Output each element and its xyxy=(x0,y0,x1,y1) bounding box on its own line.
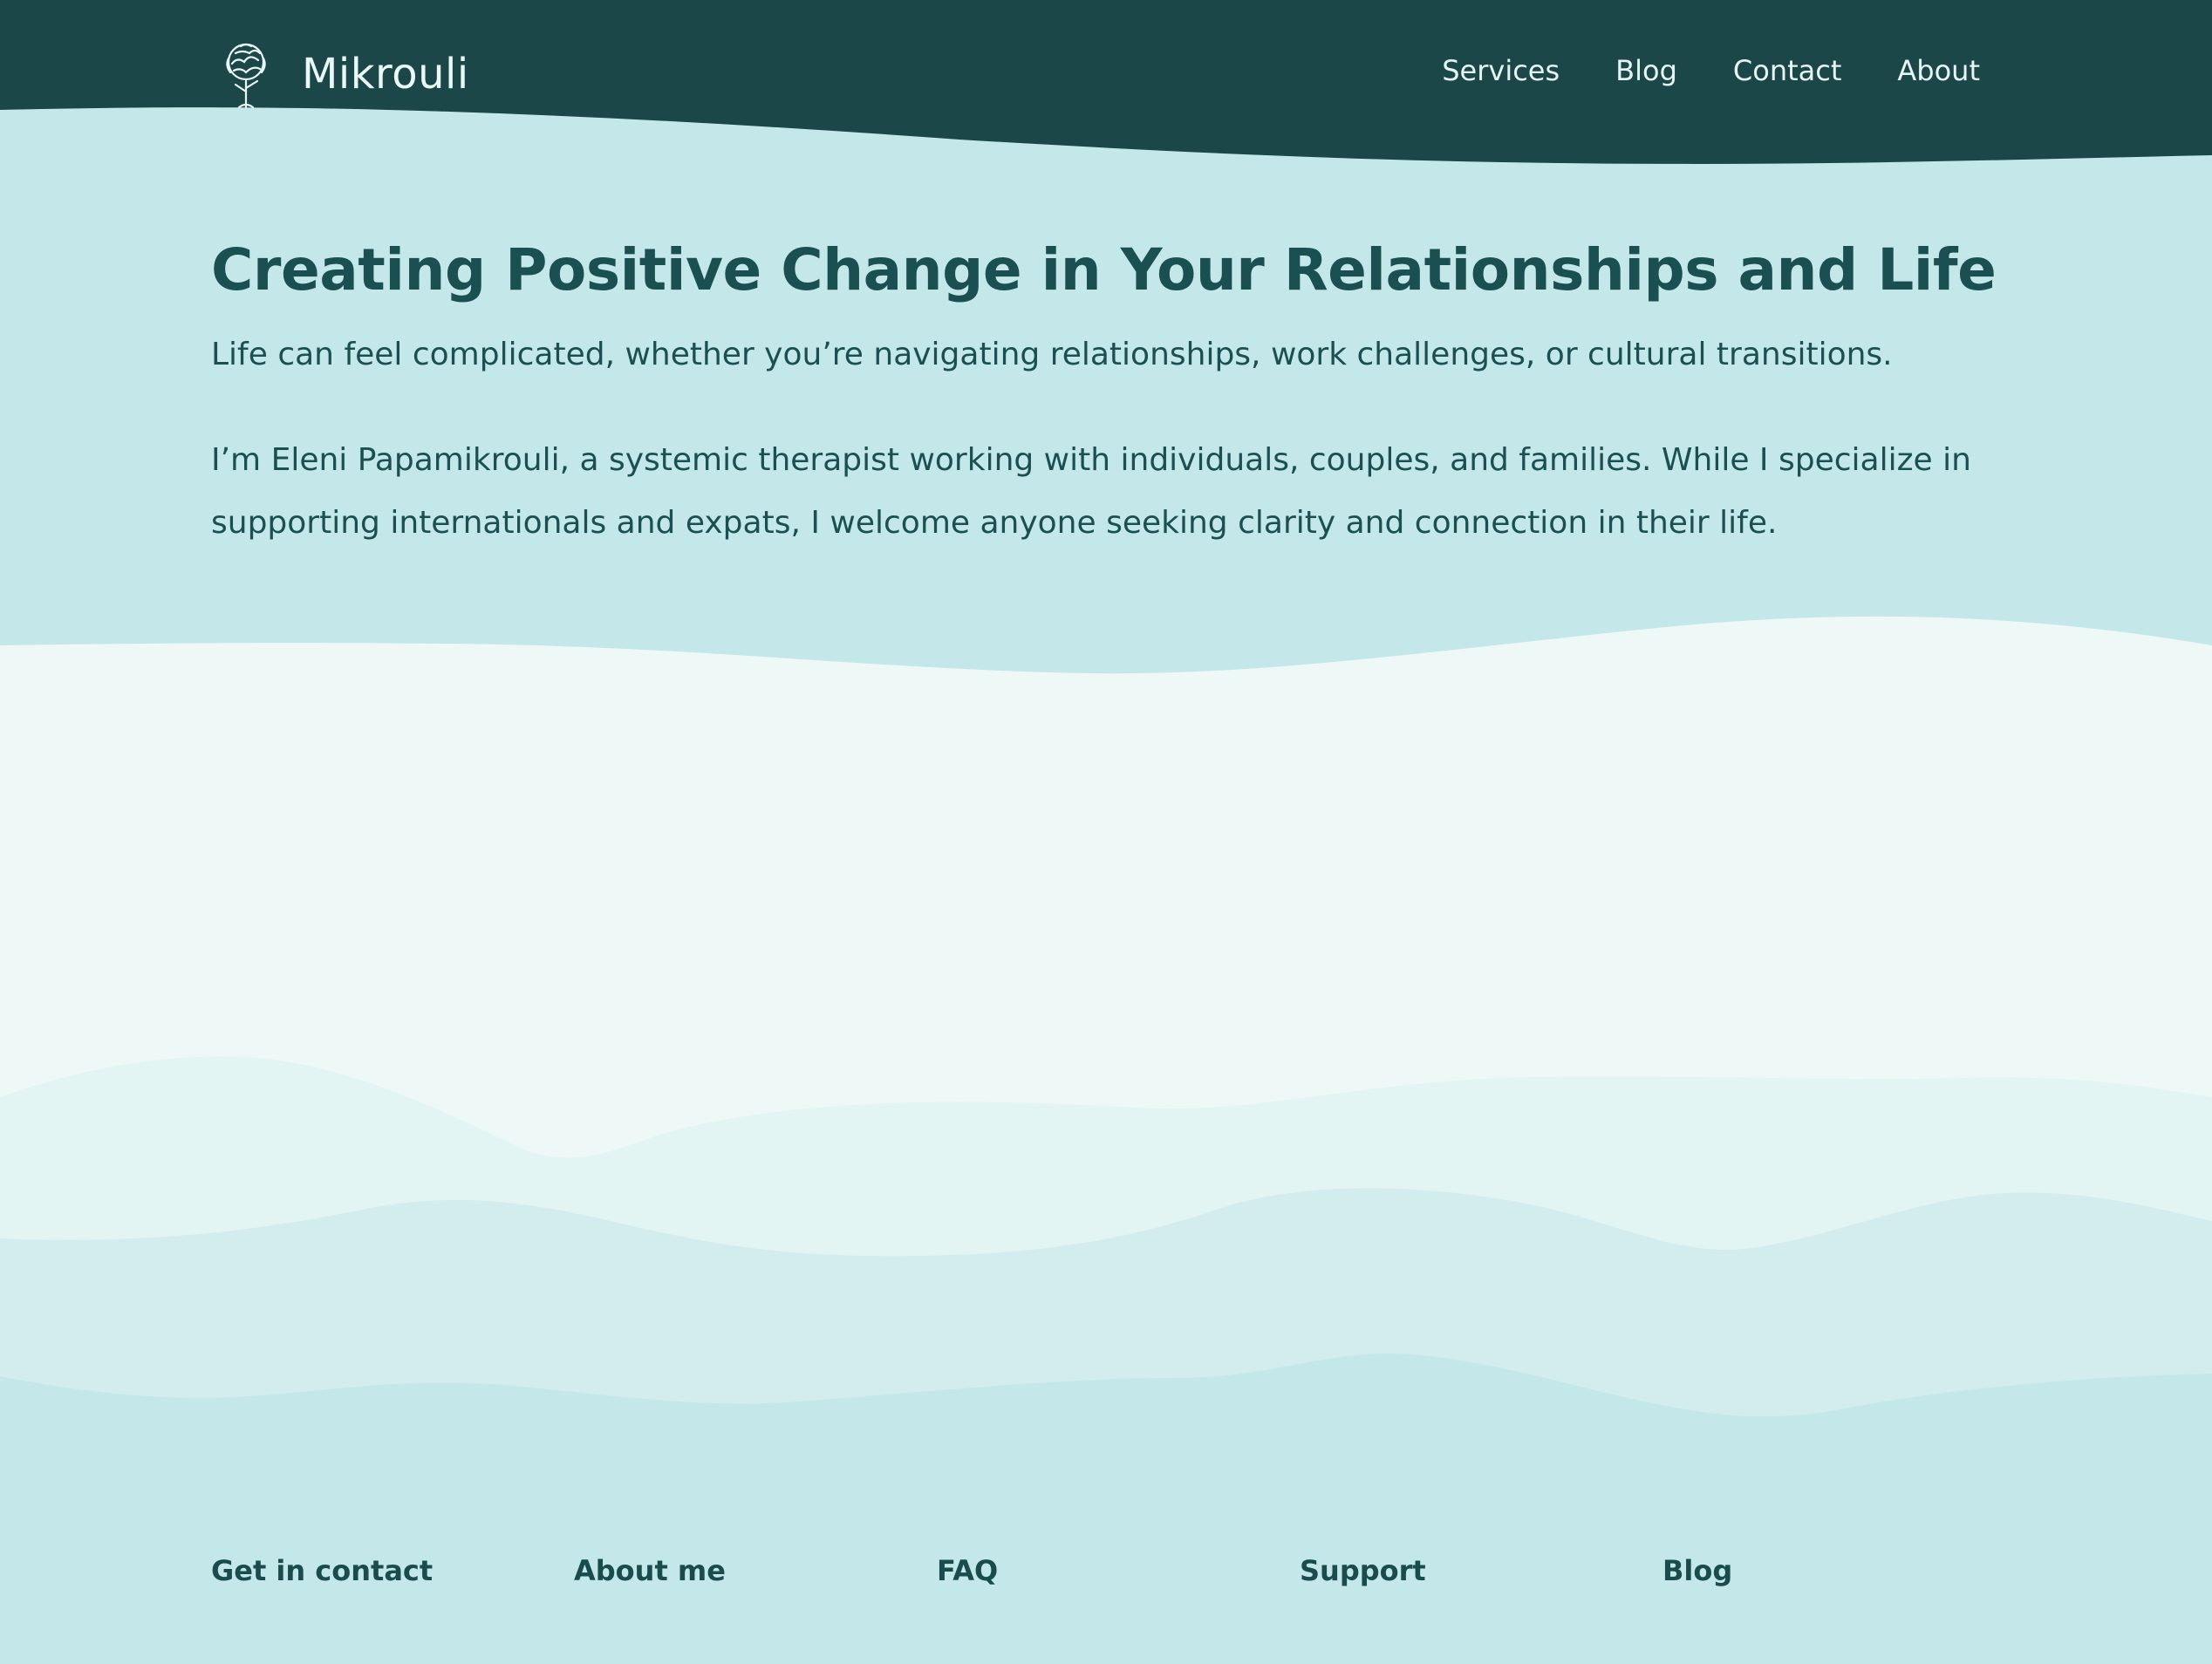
footer-links: Get in contact About me FAQ Support Blog xyxy=(211,1554,2008,1603)
hero-title: Creating Positive Change in Your Relatio… xyxy=(211,236,1997,303)
nav-link-blog[interactable]: Blog xyxy=(1615,54,1677,87)
hero-bio: I’m Eleni Papamikrouli, a systemic thera… xyxy=(211,442,1971,541)
hero-section: Creating Positive Change in Your Relatio… xyxy=(211,228,2008,555)
brand-name: Mikrouli xyxy=(302,50,469,99)
nav-link-services[interactable]: Services xyxy=(1442,54,1560,87)
footer-link-support[interactable]: Support xyxy=(1300,1554,1426,1587)
footer-link-about-me[interactable]: About me xyxy=(574,1554,726,1587)
hero-lead: Life can feel complicated, whether you’r… xyxy=(211,337,1893,372)
brand-logo-link[interactable]: Mikrouli xyxy=(209,35,469,113)
footer-link-faq[interactable]: FAQ xyxy=(937,1554,998,1587)
nav-link-about[interactable]: About xyxy=(1897,54,1980,87)
top-navigation: Mikrouli Services Blog Contact About xyxy=(0,0,2212,148)
footer-link-get-in-contact[interactable]: Get in contact xyxy=(211,1554,433,1587)
nav-link-contact[interactable]: Contact xyxy=(1733,54,1842,87)
tree-icon xyxy=(209,38,283,111)
footer-link-blog[interactable]: Blog xyxy=(1662,1554,1732,1587)
main-menu: Services Blog Contact About xyxy=(1442,54,1980,87)
